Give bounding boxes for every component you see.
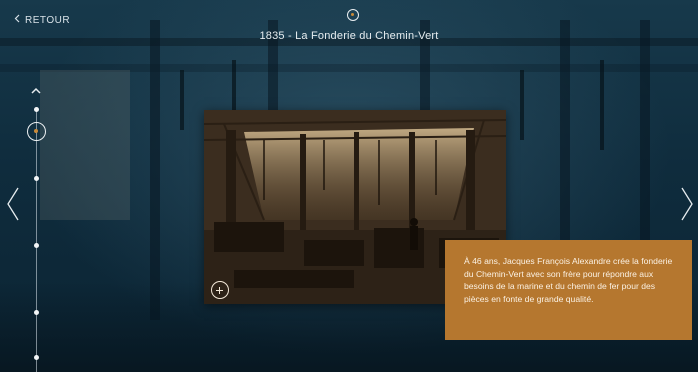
back-label: RETOUR — [25, 14, 71, 26]
timeline-dot[interactable] — [34, 243, 39, 248]
caption-box: À 46 ans, Jacques François Alexandre cré… — [445, 240, 692, 340]
back-button[interactable]: RETOUR — [14, 14, 70, 26]
chevron-left-icon — [7, 187, 19, 221]
timeline-up-button[interactable] — [29, 84, 43, 98]
timeline-screen: RETOUR 1835 - La Fonderie du Chemin-Vert — [0, 0, 698, 372]
timeline-track — [36, 108, 37, 372]
zoom-button[interactable] — [211, 281, 229, 299]
next-button[interactable] — [680, 186, 694, 222]
timeline-dot[interactable] — [34, 355, 39, 360]
year-marker-icon — [347, 9, 359, 21]
timeline-dot[interactable] — [34, 107, 39, 112]
chevron-up-icon — [31, 87, 41, 94]
timeline-dot[interactable] — [34, 310, 39, 315]
caption-text: À 46 ans, Jacques François Alexandre cré… — [464, 256, 673, 304]
chevron-right-icon — [681, 187, 693, 221]
timeline-active-marker[interactable] — [27, 122, 46, 141]
timeline-dot[interactable] — [34, 176, 39, 181]
previous-button[interactable] — [6, 186, 20, 222]
page-title: 1835 - La Fonderie du Chemin-Vert — [259, 30, 439, 42]
chevron-left-icon — [14, 14, 20, 26]
